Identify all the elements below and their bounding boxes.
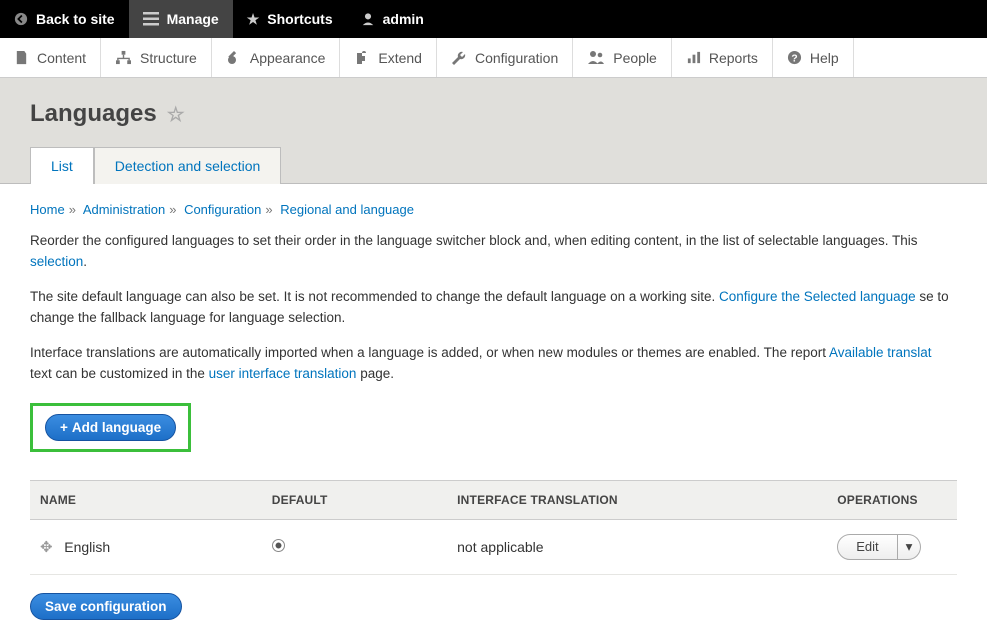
admin-menu: Content Structure Appearance Extend Conf… bbox=[0, 38, 987, 78]
col-name: NAME bbox=[30, 480, 262, 519]
page-header: Languages ☆ List Detection and selection bbox=[0, 78, 987, 184]
back-to-site-link[interactable]: Back to site bbox=[0, 0, 129, 38]
top-toolbar: Back to site Manage ★ Shortcuts admin bbox=[0, 0, 987, 38]
menu-extend[interactable]: Extend bbox=[340, 38, 437, 77]
menu-content[interactable]: Content bbox=[0, 38, 101, 77]
user-menu[interactable]: admin bbox=[347, 0, 438, 38]
shortcuts-label: Shortcuts bbox=[267, 11, 332, 27]
tab-detection[interactable]: Detection and selection bbox=[94, 147, 282, 184]
menu-configuration-label: Configuration bbox=[475, 50, 558, 66]
operations-dropbutton: Edit ▾ bbox=[837, 534, 921, 560]
row-interface: not applicable bbox=[447, 519, 827, 574]
appearance-icon bbox=[226, 50, 242, 66]
star-icon: ★ bbox=[247, 11, 260, 28]
menu-reports[interactable]: Reports bbox=[672, 38, 773, 77]
menu-appearance-label: Appearance bbox=[250, 50, 326, 66]
save-configuration-button[interactable]: Save configuration bbox=[30, 593, 182, 620]
menu-people[interactable]: People bbox=[573, 38, 672, 77]
col-default: DEFAULT bbox=[262, 480, 447, 519]
caret-down-icon: ▾ bbox=[906, 539, 913, 554]
menu-structure-label: Structure bbox=[140, 50, 197, 66]
help-icon: ? bbox=[787, 50, 802, 65]
reports-icon bbox=[686, 50, 701, 65]
tab-list[interactable]: List bbox=[30, 147, 94, 184]
table-row: ✥ English not applicable Edit ▾ bbox=[30, 519, 957, 574]
menu-help[interactable]: ? Help bbox=[773, 38, 854, 77]
col-operations: OPERATIONS bbox=[827, 480, 957, 519]
col-interface: INTERFACE TRANSLATION bbox=[447, 480, 827, 519]
description-p3: Interface translations are automatically… bbox=[30, 343, 957, 385]
back-label: Back to site bbox=[36, 11, 115, 27]
crumb-regional[interactable]: Regional and language bbox=[280, 202, 414, 217]
drag-handle-icon[interactable]: ✥ bbox=[40, 539, 53, 556]
link-ui-translation[interactable]: user interface translation bbox=[209, 366, 357, 381]
structure-icon bbox=[115, 50, 132, 65]
menu-content-label: Content bbox=[37, 50, 86, 66]
highlight-add-language: + Add language bbox=[30, 403, 191, 452]
languages-table: NAME DEFAULT INTERFACE TRANSLATION OPERA… bbox=[30, 480, 957, 575]
menu-structure[interactable]: Structure bbox=[101, 38, 212, 77]
content-icon bbox=[14, 50, 29, 65]
plus-icon: + bbox=[60, 420, 68, 435]
description-p2: The site default language can also be se… bbox=[30, 287, 957, 329]
wrench-icon bbox=[451, 50, 467, 66]
people-icon bbox=[587, 50, 605, 65]
link-selection[interactable]: selection bbox=[30, 254, 83, 269]
menu-reports-label: Reports bbox=[709, 50, 758, 66]
add-language-button[interactable]: + Add language bbox=[45, 414, 176, 441]
edit-button[interactable]: Edit bbox=[837, 534, 897, 560]
hamburger-icon bbox=[143, 12, 159, 26]
manage-label: Manage bbox=[167, 11, 219, 27]
page-title-text: Languages bbox=[30, 100, 157, 128]
default-radio[interactable] bbox=[272, 539, 285, 552]
extend-icon bbox=[354, 50, 370, 66]
chevron-left-icon bbox=[14, 12, 28, 26]
link-configure-selected[interactable]: Configure the Selected language bbox=[719, 289, 916, 304]
description-p1: Reorder the configured languages to set … bbox=[30, 231, 957, 273]
add-language-label: Add language bbox=[72, 420, 161, 435]
svg-text:?: ? bbox=[791, 53, 797, 64]
menu-configuration[interactable]: Configuration bbox=[437, 38, 573, 77]
operations-toggle[interactable]: ▾ bbox=[898, 534, 922, 560]
crumb-home[interactable]: Home bbox=[30, 202, 65, 217]
menu-help-label: Help bbox=[810, 50, 839, 66]
shortcuts-link[interactable]: ★ Shortcuts bbox=[233, 0, 347, 38]
crumb-admin[interactable]: Administration bbox=[83, 202, 165, 217]
menu-people-label: People bbox=[613, 50, 657, 66]
link-available-translations[interactable]: Available translat bbox=[829, 345, 932, 360]
breadcrumb: Home» Administration» Configuration» Reg… bbox=[30, 202, 957, 217]
menu-extend-label: Extend bbox=[378, 50, 422, 66]
user-label: admin bbox=[383, 11, 424, 27]
row-name: English bbox=[64, 539, 110, 555]
user-icon bbox=[361, 12, 375, 26]
manage-toggle[interactable]: Manage bbox=[129, 0, 233, 38]
crumb-config[interactable]: Configuration bbox=[184, 202, 261, 217]
primary-tabs: List Detection and selection bbox=[30, 147, 957, 184]
favorite-star-icon[interactable]: ☆ bbox=[167, 102, 185, 127]
content-region: Home» Administration» Configuration» Reg… bbox=[0, 184, 987, 638]
menu-appearance[interactable]: Appearance bbox=[212, 38, 341, 77]
page-title: Languages ☆ bbox=[30, 100, 957, 128]
